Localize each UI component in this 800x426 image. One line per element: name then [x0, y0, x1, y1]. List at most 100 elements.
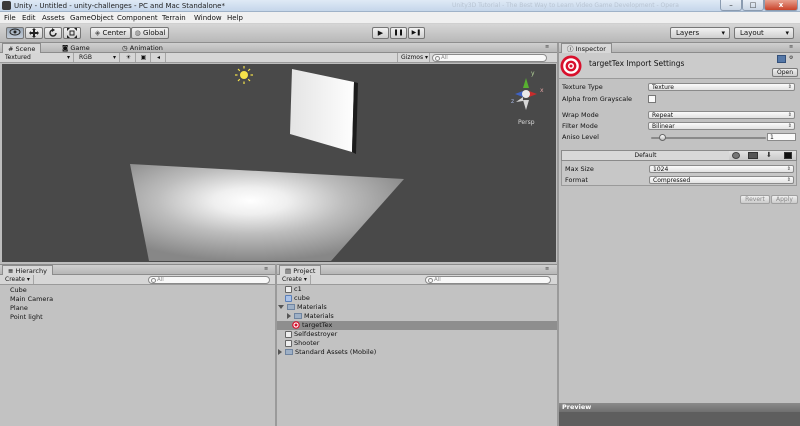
- preview-header[interactable]: Preview: [559, 403, 800, 412]
- search-icon: [151, 278, 156, 283]
- step-button[interactable]: ▶❚: [408, 27, 425, 39]
- hierarchy-item-plane[interactable]: Plane: [10, 304, 270, 313]
- aniso-level-input[interactable]: 1: [767, 133, 796, 141]
- folder-materials[interactable]: Materials: [277, 303, 557, 312]
- alpha-grayscale-checkbox[interactable]: [648, 95, 656, 103]
- space-mode-toggle[interactable]: ◍ Global: [131, 27, 169, 39]
- gizmos-dropdown[interactable]: Gizmos ▾: [397, 53, 430, 62]
- panel-menu-icon[interactable]: ≡: [789, 44, 793, 50]
- maximize-button[interactable]: □: [742, 0, 764, 11]
- scale-tool-button[interactable]: [63, 27, 81, 39]
- panel-menu-icon[interactable]: ≡: [545, 44, 549, 50]
- platform-download-icon[interactable]: ⬇: [766, 151, 772, 159]
- gizmo-z-label: z: [511, 98, 515, 105]
- settings-gear-icon[interactable]: ⚙: [789, 55, 793, 61]
- hierarchy-item-point-light[interactable]: Point light: [10, 313, 270, 322]
- asset-label: Shooter: [294, 339, 320, 347]
- menu-help[interactable]: Help: [227, 14, 243, 22]
- hierarchy-item-main-camera[interactable]: Main Camera: [10, 295, 270, 304]
- asset-selfdestroyer[interactable]: Selfdestroyer: [277, 330, 557, 339]
- menu-edit[interactable]: Edit: [22, 14, 36, 22]
- hierarchy-create-dropdown[interactable]: Create ▾: [2, 275, 34, 284]
- hierarchy-toolbar: Create ▾ All: [0, 275, 275, 285]
- scene-overlay-toggle[interactable]: ▣: [137, 53, 151, 62]
- project-panel: ▤ Project ≡ Create ▾ All c1 cube Materia…: [277, 264, 557, 426]
- format-dropdown[interactable]: Compressed: [649, 176, 794, 184]
- apply-button[interactable]: Apply: [771, 195, 798, 204]
- menu-gameobject[interactable]: GameObject: [70, 14, 114, 22]
- project-tab-icon: ▤: [285, 267, 292, 275]
- expand-arrow-icon[interactable]: [278, 305, 284, 309]
- project-search-input[interactable]: All: [425, 276, 551, 284]
- asset-cube[interactable]: cube: [277, 294, 557, 303]
- texture-type-dropdown[interactable]: Texture: [648, 83, 795, 91]
- hierarchy-item-cube[interactable]: Cube: [10, 286, 270, 295]
- rotate-tool-button[interactable]: [44, 27, 62, 39]
- max-size-label: Max Size: [565, 165, 594, 173]
- tab-hierarchy[interactable]: ≣ Hierarchy: [2, 265, 53, 275]
- folder-materials-sub[interactable]: Materials: [277, 312, 557, 321]
- gizmo-x-label: x: [540, 87, 544, 94]
- hand-tool-button[interactable]: [6, 27, 24, 39]
- scene-tab-bar: # Scene ◙ Game ◷ Animation ≡: [0, 43, 557, 53]
- space-label: Global: [143, 29, 166, 37]
- max-size-dropdown[interactable]: 1024: [649, 165, 794, 173]
- tab-project-label: Project: [293, 267, 316, 275]
- collapse-arrow-icon[interactable]: [287, 313, 291, 319]
- plane-object[interactable]: [130, 164, 404, 261]
- tab-animation[interactable]: ◷ Animation: [117, 43, 168, 53]
- platform-web-icon[interactable]: [732, 152, 740, 159]
- menu-terrain[interactable]: Terrain: [162, 14, 186, 22]
- cube-object[interactable]: [290, 69, 354, 152]
- layout-dropdown[interactable]: Layout ▾: [734, 27, 794, 39]
- animation-tab-icon: ◷: [122, 44, 128, 52]
- project-tab-bar: ▤ Project ≡: [277, 265, 557, 275]
- pause-button[interactable]: ❚❚: [390, 27, 407, 39]
- aniso-slider-track[interactable]: [651, 137, 766, 139]
- directional-light-icon[interactable]: [235, 66, 253, 84]
- panel-menu-icon[interactable]: ≡: [264, 266, 268, 272]
- render-mode-dropdown[interactable]: Textured ▾: [2, 53, 74, 62]
- chevron-down-icon: ▾: [785, 29, 789, 37]
- layers-dropdown[interactable]: Layers ▾: [670, 27, 730, 39]
- folder-standard-assets[interactable]: Standard Assets (Mobile): [277, 348, 557, 357]
- window-title: Unity - Untitled - unity-challenges - PC…: [14, 2, 225, 10]
- filter-mode-dropdown[interactable]: Bilinear: [648, 122, 795, 130]
- background-window-title: Unity3D Tutorial - The Best Way to Learn…: [452, 2, 679, 9]
- menu-window[interactable]: Window: [194, 14, 222, 22]
- minimize-button[interactable]: –: [720, 0, 742, 11]
- tab-scene[interactable]: # Scene: [2, 43, 42, 53]
- play-button[interactable]: ▶: [372, 27, 389, 39]
- scene-search-input[interactable]: All: [432, 54, 547, 62]
- platform-tab-default[interactable]: Default: [562, 151, 729, 160]
- asset-shooter[interactable]: Shooter: [277, 339, 557, 348]
- platform-standalone-icon[interactable]: [748, 152, 758, 159]
- menu-file[interactable]: File: [4, 14, 16, 22]
- close-button[interactable]: x: [764, 0, 798, 11]
- tab-project[interactable]: ▤ Project: [279, 265, 322, 275]
- orientation-gizmo[interactable]: [515, 78, 537, 110]
- menu-assets[interactable]: Assets: [42, 14, 65, 22]
- menu-component[interactable]: Component: [117, 14, 158, 22]
- move-tool-button[interactable]: [25, 27, 43, 39]
- scene-audio-toggle[interactable]: ◂: [152, 53, 166, 62]
- collapse-arrow-icon[interactable]: [278, 349, 282, 355]
- scene-lighting-toggle[interactable]: ☀: [122, 53, 136, 62]
- asset-c1[interactable]: c1: [277, 285, 557, 294]
- prefab-icon: [285, 294, 292, 302]
- project-create-dropdown[interactable]: Create ▾: [279, 275, 311, 284]
- scene-viewport[interactable]: y x z Persp: [2, 64, 556, 262]
- tab-game[interactable]: ◙ Game: [57, 43, 95, 53]
- panel-menu-icon[interactable]: ≡: [545, 266, 549, 272]
- aniso-slider-handle[interactable]: [659, 134, 666, 141]
- help-book-icon[interactable]: [777, 55, 786, 63]
- pivot-mode-toggle[interactable]: ◈ Center: [90, 27, 131, 39]
- tab-inspector[interactable]: ⓘ Inspector: [561, 43, 612, 53]
- wrap-mode-dropdown[interactable]: Repeat: [648, 111, 795, 119]
- asset-targettex[interactable]: targetTex: [277, 321, 557, 330]
- revert-button[interactable]: Revert: [740, 195, 770, 204]
- platform-mobile-icon[interactable]: [784, 152, 792, 159]
- color-mode-dropdown[interactable]: RGB ▾: [76, 53, 120, 62]
- open-button[interactable]: Open: [772, 68, 798, 77]
- hierarchy-search-input[interactable]: All: [148, 276, 270, 284]
